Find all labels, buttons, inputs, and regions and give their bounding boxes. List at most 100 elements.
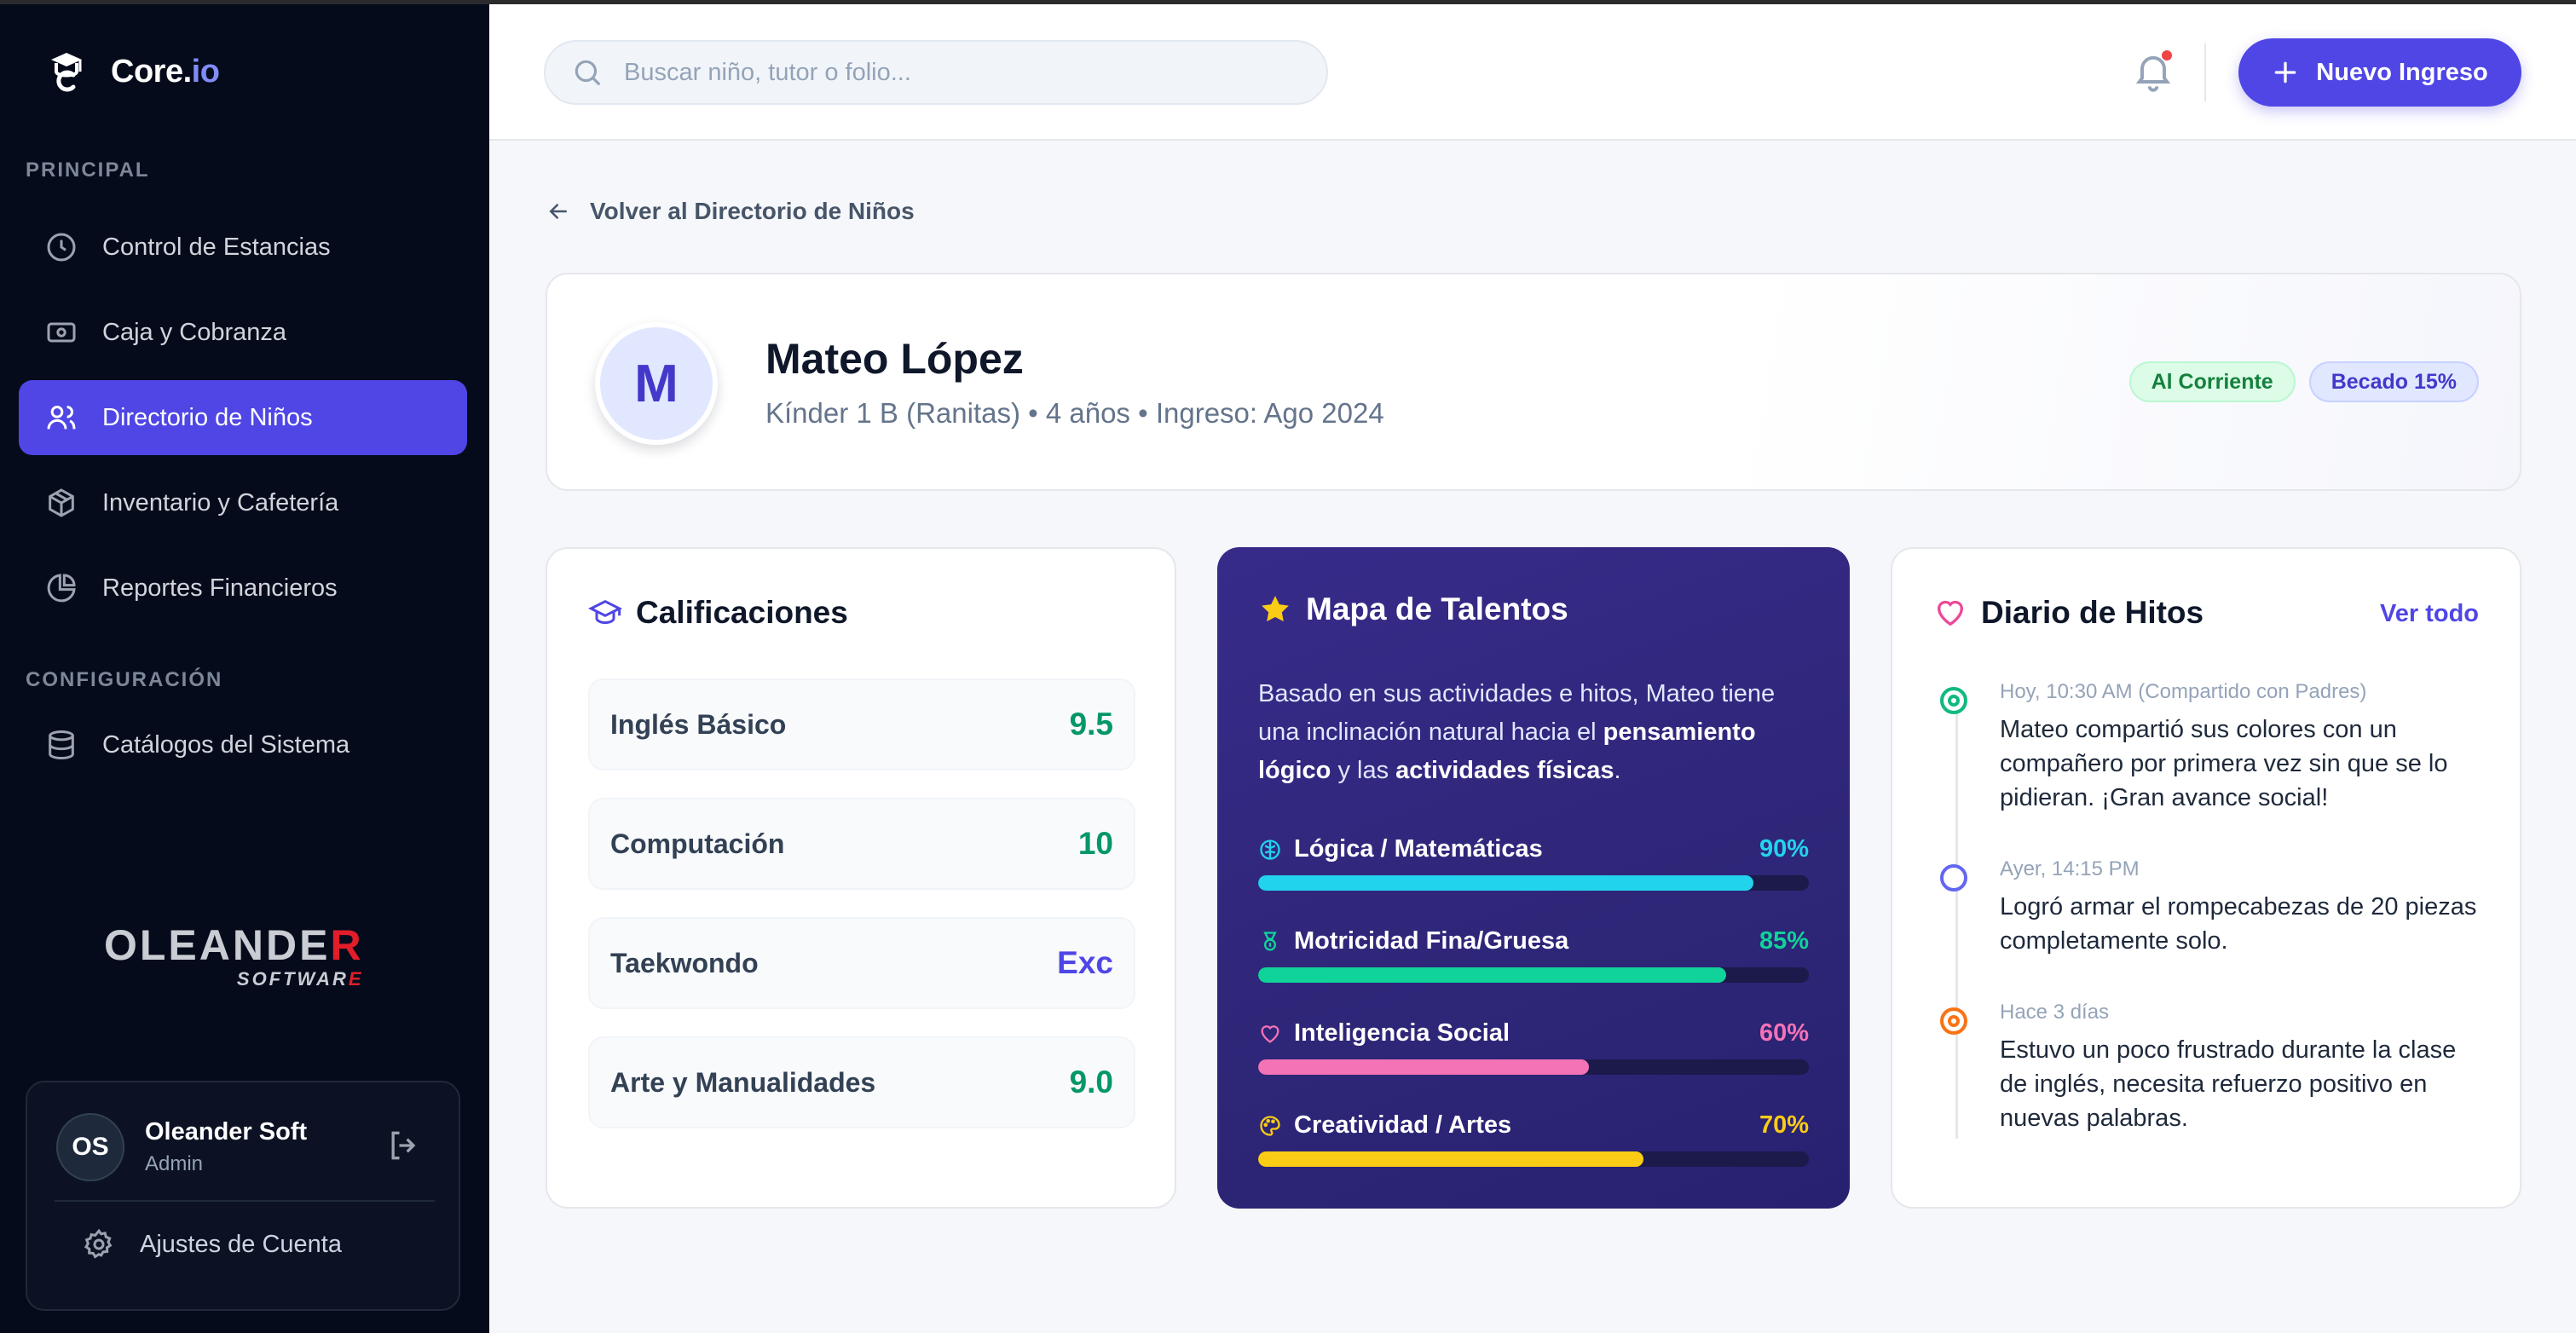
search-bar[interactable] (544, 40, 1328, 105)
sidebar-item-label: Reportes Financieros (102, 574, 338, 602)
talent-label: Motricidad Fina/Gruesa (1294, 927, 1569, 955)
users-icon (47, 406, 76, 430)
top-header: Nuevo Ingreso (489, 4, 2576, 141)
child-meta: Kínder 1 B (Ranitas) • 4 años • Ingreso:… (765, 397, 1384, 429)
gear-icon (84, 1228, 113, 1259)
sidebar-item-directorio-ninos[interactable]: Directorio de Niños (19, 380, 467, 455)
logout-icon[interactable] (385, 1127, 423, 1164)
pie-chart-icon (47, 574, 76, 603)
sidebar-item-label: Control de Estancias (102, 233, 331, 261)
window-top-edge (0, 0, 2576, 4)
grade-subject: Computación (610, 828, 785, 859)
star-icon (1262, 596, 1289, 622)
graduation-logo-icon (51, 53, 82, 92)
talent-row: Lógica / Matemáticas 90% (1258, 835, 1809, 891)
heart-icon (1261, 1024, 1279, 1043)
account-settings-link[interactable]: Ajustes de Cuenta (82, 1227, 342, 1261)
milestone-dot-icon (1940, 1007, 1967, 1035)
milestone-text: Estuvo un poco frustrado durante la clas… (2000, 1036, 2457, 1132)
sidebar-item-label: Directorio de Niños (102, 403, 313, 431)
user-card: OS Oleander Soft Admin Ajustes de Cuenta (26, 1081, 460, 1311)
talent-row: Motricidad Fina/Gruesa 85% (1258, 927, 1809, 983)
milestones-card: Diario de Hitos Ver todo Hoy, 10:30 AM (… (1891, 547, 2521, 1209)
sidebar-item-control-estancias[interactable]: Control de Estancias (19, 210, 467, 285)
user-name: Oleander Soft (145, 1118, 308, 1145)
notification-dot (2162, 50, 2172, 61)
talent-label: Lógica / Matemáticas (1294, 835, 1543, 863)
brain-icon (1260, 839, 1280, 860)
talent-percent: 70% (1759, 1111, 1809, 1139)
sidebar: Core.io PRINCIPAL Control de Estancias C… (0, 0, 489, 1333)
sidebar-item-label: Caja y Cobranza (102, 318, 286, 346)
talent-bar-fill (1258, 875, 1754, 891)
database-icon (49, 730, 74, 760)
talent-label: Creatividad / Artes (1294, 1111, 1512, 1139)
talent-percent: 90% (1759, 835, 1809, 863)
sidebar-item-label: Catálogos del Sistema (102, 730, 350, 759)
search-input[interactable] (624, 58, 1306, 87)
milestone-text: Logró armar el rompecabezas de 20 piezas… (2000, 893, 2477, 955)
grade-row: Taekwondo Exc (588, 917, 1135, 1009)
grade-row: Arte y Manualidades 9.0 (588, 1036, 1135, 1128)
app-logo[interactable]: Core.io (48, 49, 220, 94)
heart-icon (1937, 600, 1964, 626)
talent-bar-fill (1258, 1059, 1589, 1075)
talent-bar-track (1258, 967, 1809, 983)
talent-bar-track (1258, 1059, 1809, 1075)
talent-bar-track (1258, 1151, 1809, 1167)
talent-percent: 60% (1759, 1019, 1809, 1047)
status-badges: Al Corriente Becado 15% (2116, 361, 2479, 402)
grade-subject: Arte y Manualidades (610, 1066, 876, 1098)
grade-value: 9.0 (1069, 1065, 1113, 1099)
plus-icon (2274, 61, 2296, 84)
account-settings-label: Ajustes de Cuenta (140, 1230, 342, 1258)
sidebar-item-catalogos[interactable]: Catálogos del Sistema (19, 707, 467, 782)
grades-title: Calificaciones (588, 595, 848, 631)
child-avatar: M (595, 322, 718, 445)
status-badge-paid: Al Corriente (2128, 361, 2296, 402)
sidebar-item-reportes-financieros[interactable]: Reportes Financieros (19, 551, 467, 626)
clock-icon (47, 233, 76, 262)
milestone-time: Ayer, 14:15 PM (2000, 857, 2140, 880)
grade-subject: Taekwondo (610, 947, 759, 978)
sidebar-item-label: Inventario y Cafetería (102, 488, 339, 516)
back-label: Volver al Directorio de Niños (590, 198, 915, 224)
talent-bar-fill (1258, 967, 1727, 983)
grade-value: 10 (1077, 826, 1113, 861)
medal-icon (1263, 931, 1277, 950)
grade-row: Inglés Básico 9.5 (588, 678, 1135, 770)
package-icon (49, 488, 74, 517)
new-enrollment-button[interactable]: Nuevo Ingreso (2238, 38, 2521, 107)
talent-percent: 85% (1759, 927, 1809, 955)
timeline-line (1955, 702, 1958, 1139)
child-profile-card: M Mateo López Kínder 1 B (Ranitas) • 4 a… (546, 273, 2521, 491)
user-role: Admin (145, 1152, 204, 1175)
new-enrollment-label: Nuevo Ingreso (2316, 58, 2488, 86)
arrow-left-icon (549, 204, 567, 219)
section-label-configuracion: CONFIGURACIÓN (26, 668, 223, 691)
talent-map-card: Mapa de Talentos Basado en sus actividad… (1217, 547, 1850, 1209)
milestones-title: Diario de Hitos (1933, 595, 2203, 631)
grades-card: Calificaciones Inglés Básico 9.5 Computa… (546, 547, 1176, 1209)
graduation-cap-icon (588, 599, 622, 625)
sidebar-item-inventario-cafeteria[interactable]: Inventario y Cafetería (19, 465, 467, 540)
milestone-dot-icon (1940, 687, 1967, 714)
talent-row: Inteligencia Social 60% (1258, 1019, 1809, 1075)
search-icon (575, 60, 601, 86)
divider (2204, 43, 2206, 101)
milestone-dot-icon (1940, 864, 1967, 892)
avatar[interactable]: OS (56, 1113, 124, 1181)
divider (55, 1200, 435, 1202)
sidebar-item-caja-cobranza[interactable]: Caja y Cobranza (19, 295, 467, 370)
milestone-time: Hoy, 10:30 AM (Compartido con Padres) (2000, 680, 2367, 703)
talent-bar-track (1258, 875, 1809, 891)
section-label-principal: PRINCIPAL (26, 159, 150, 182)
status-badge-scholarship: Becado 15% (2308, 361, 2479, 402)
grade-row: Computación 10 (588, 798, 1135, 890)
talent-row: Creatividad / Artes 70% (1258, 1111, 1809, 1167)
talent-map-title: Mapa de Talentos (1258, 591, 1568, 627)
back-to-directory-link[interactable]: Volver al Directorio de Niños (546, 198, 915, 225)
oleander-software-logo: OLEANDER SOFTWARE (104, 921, 364, 990)
milestone-time: Hace 3 días (2000, 1001, 2110, 1024)
see-all-link[interactable]: Ver todo (2380, 600, 2479, 628)
